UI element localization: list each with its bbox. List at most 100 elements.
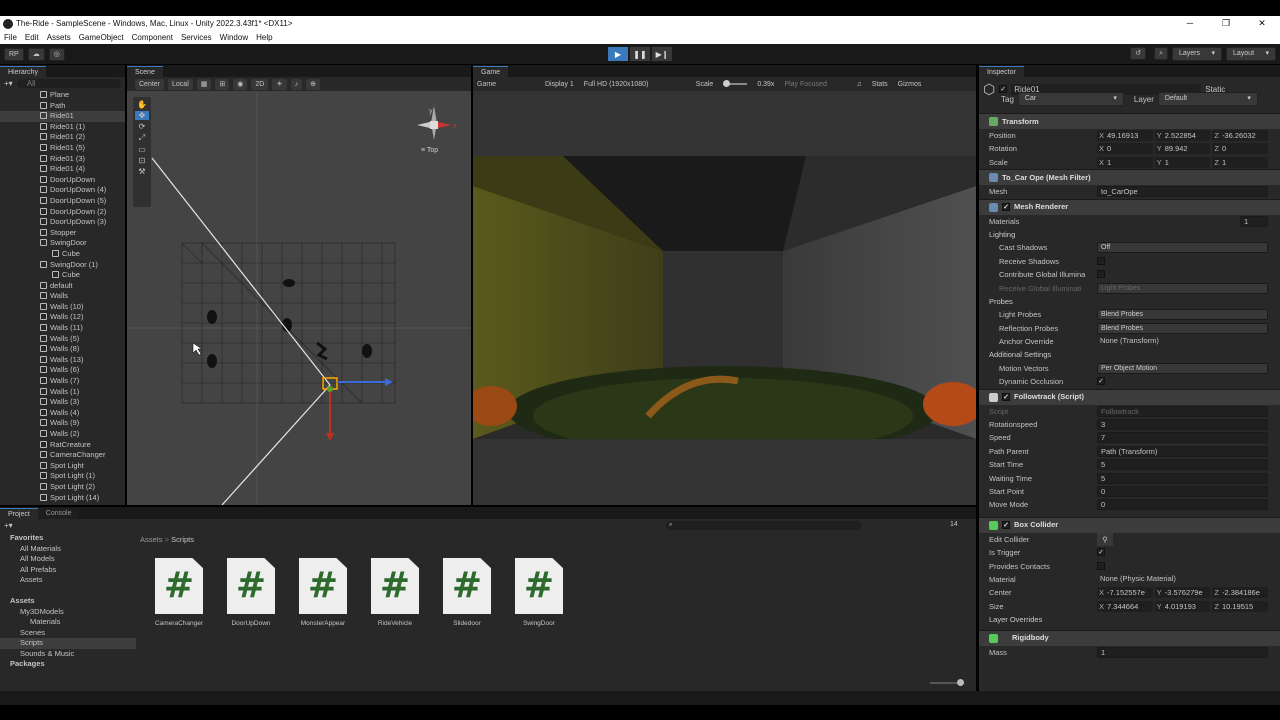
script-asset[interactable]: # RideVehicle — [365, 558, 425, 627]
gizmo-icon[interactable]: ⊕ — [306, 78, 320, 90]
edit-collider-button[interactable]: ⚲ — [1097, 532, 1113, 547]
contribute-gi-checkbox[interactable] — [1097, 270, 1105, 279]
is-trigger-checkbox[interactable]: ✓ — [1097, 548, 1105, 557]
project-tree-item[interactable]: Scripts — [0, 638, 136, 649]
close-button[interactable]: ✕ — [1244, 16, 1280, 31]
mesh-field[interactable]: to_CarOpe — [1097, 186, 1268, 198]
hierarchy-item[interactable]: SwingDoor (1) — [0, 260, 125, 271]
add-asset-icon[interactable]: +▾ — [4, 521, 13, 530]
hierarchy-item[interactable]: SwingDoor — [0, 238, 125, 249]
hierarchy-item[interactable]: Ride01 (3) — [0, 154, 125, 165]
receive-shadows-checkbox[interactable] — [1097, 256, 1105, 265]
icon-size-slider[interactable] — [930, 679, 964, 686]
rotation-y-field[interactable]: Y 89.942 — [1154, 143, 1211, 155]
mute-icon[interactable]: ♫ — [856, 81, 861, 88]
hierarchy-item[interactable]: Walls — [0, 291, 125, 302]
breadcrumb-scripts[interactable]: Scripts — [171, 535, 194, 544]
layer-overrides-foldout[interactable]: Layer Overrides — [979, 613, 1280, 626]
scale-slider[interactable] — [723, 80, 748, 87]
tab-scene[interactable]: Scene — [127, 66, 163, 77]
menu-component[interactable]: Component — [128, 33, 177, 42]
center-x-field[interactable]: X -7.152557e — [1097, 587, 1153, 599]
size-x-field[interactable]: X 7.344664 — [1097, 600, 1153, 612]
script-asset[interactable]: # SwingDoor — [509, 558, 569, 627]
hierarchy-item[interactable]: Plane — [0, 90, 125, 101]
add-icon[interactable]: +▾ — [4, 79, 13, 88]
tab-hierarchy[interactable]: Hierarchy — [0, 66, 46, 77]
stats-button[interactable]: Stats — [872, 81, 888, 88]
project-tree-item[interactable] — [0, 586, 136, 597]
layer-dropdown[interactable]: Default ▾ — [1157, 92, 1258, 106]
move-mode-field[interactable]: 0 — [1097, 499, 1268, 511]
position-y-field[interactable]: Y 2.522854 — [1154, 130, 1211, 141]
hierarchy-item[interactable]: Spot Light (2) — [0, 482, 125, 493]
hierarchy-item[interactable]: DoorUpDown (5) — [0, 196, 125, 207]
start-time-field[interactable]: 5 — [1097, 459, 1268, 471]
transform-component-header[interactable]: Transform — [979, 113, 1280, 129]
script-asset[interactable]: # DoorUpDown — [221, 558, 281, 627]
box-collider-header[interactable]: ✓ Box Collider — [979, 516, 1280, 533]
scene-viewport[interactable] — [127, 93, 471, 505]
play-button[interactable]: ▶ — [608, 47, 628, 61]
followtrack-enabled-checkbox[interactable]: ✓ — [1002, 393, 1010, 402]
center-y-field[interactable]: Y -3.576279e — [1154, 587, 1211, 599]
mesh-renderer-enabled-checkbox[interactable]: ✓ — [1002, 203, 1010, 212]
center-z-field[interactable]: Z -2.384186e — [1212, 587, 1269, 599]
mass-field[interactable]: 1 — [1097, 646, 1268, 658]
hierarchy-item[interactable]: Ride01 (2) — [0, 132, 125, 143]
additional-settings-foldout[interactable]: Additional Settings — [979, 348, 1280, 361]
gizmos-button[interactable]: Gizmos — [898, 81, 922, 88]
materials-count-field[interactable]: 1 — [1240, 215, 1268, 227]
tab-console[interactable]: Console — [37, 508, 80, 519]
game-mode-dropdown[interactable]: Game — [477, 81, 535, 88]
box-collider-enabled-checkbox[interactable]: ✓ — [1002, 521, 1010, 530]
game-view-render[interactable] — [473, 156, 976, 439]
hierarchy-item[interactable]: Walls (3) — [0, 397, 125, 408]
scene-object[interactable] — [362, 344, 372, 358]
resolution-dropdown[interactable]: Full HD (1920x1080) — [584, 81, 686, 88]
hierarchy-item[interactable]: Ride01 (4) — [0, 164, 125, 175]
hierarchy-item[interactable]: Spot Light (1) — [0, 471, 125, 482]
scale-z-field[interactable]: Z1 — [1212, 156, 1269, 168]
size-z-field[interactable]: Z 10.19515 — [1212, 600, 1269, 612]
light-icon[interactable]: ☀ — [272, 78, 287, 90]
account-button[interactable]: RP — [4, 47, 24, 61]
menu-services[interactable]: Services — [177, 33, 216, 42]
grid-icon[interactable]: ▦ — [196, 78, 212, 90]
layers-dropdown[interactable]: Layers ▾ — [1172, 47, 1222, 61]
hierarchy-item[interactable]: RatCreature — [0, 440, 125, 451]
hierarchy-item[interactable]: Stopper — [0, 228, 125, 239]
project-tree-item[interactable]: All Materials — [0, 544, 136, 555]
breadcrumb-assets[interactable]: Assets — [140, 535, 163, 544]
waiting-time-field[interactable]: 5 — [1097, 472, 1268, 484]
size-y-field[interactable]: Y 4.019193 — [1154, 600, 1211, 612]
hierarchy-item[interactable]: Walls (5) — [0, 334, 125, 345]
project-tree-item[interactable]: Assets — [0, 575, 136, 586]
dynamic-occlusion-checkbox[interactable]: ✓ — [1097, 377, 1105, 386]
anchor-override-field[interactable]: None (Transform) — [1097, 336, 1268, 347]
followtrack-header[interactable]: ✓ Followtrack (Script) — [979, 388, 1280, 405]
pause-button[interactable]: ❚❚ — [630, 47, 650, 61]
path-parent-field[interactable]: Path (Transform) — [1097, 445, 1268, 457]
hierarchy-item[interactable]: Ride01 — [0, 111, 125, 122]
mode-2d-button[interactable]: 2D — [251, 78, 269, 90]
hierarchy-item[interactable]: DoorUpDown — [0, 175, 125, 186]
hierarchy-item[interactable]: Walls (7) — [0, 376, 125, 387]
hierarchy-item[interactable]: Walls (13) — [0, 355, 125, 366]
motion-vectors-dropdown[interactable]: Per Object Motion — [1097, 362, 1268, 374]
project-tree-item[interactable]: All Prefabs — [0, 565, 136, 576]
menu-edit[interactable]: Edit — [21, 33, 43, 42]
render-mode-icon[interactable]: ◉ — [233, 78, 248, 90]
search-icon[interactable]: ⌕ — [1154, 47, 1168, 60]
hierarchy-item[interactable]: Walls (4) — [0, 408, 125, 419]
project-tree-item[interactable]: Materials — [0, 617, 136, 628]
menu-file[interactable]: File — [0, 33, 21, 42]
hierarchy-item[interactable]: DoorUpDown (3) — [0, 217, 125, 228]
tab-inspector[interactable]: Inspector — [979, 66, 1024, 77]
pivot-dropdown[interactable]: Center — [135, 78, 165, 90]
project-tree-item[interactable]: Sounds & Music — [0, 649, 136, 660]
scene-object[interactable] — [207, 310, 217, 324]
minimize-button[interactable]: ─ — [1172, 16, 1208, 31]
audio-icon[interactable]: ♪ — [290, 78, 303, 90]
history-icon[interactable]: ↺ — [1130, 47, 1147, 60]
